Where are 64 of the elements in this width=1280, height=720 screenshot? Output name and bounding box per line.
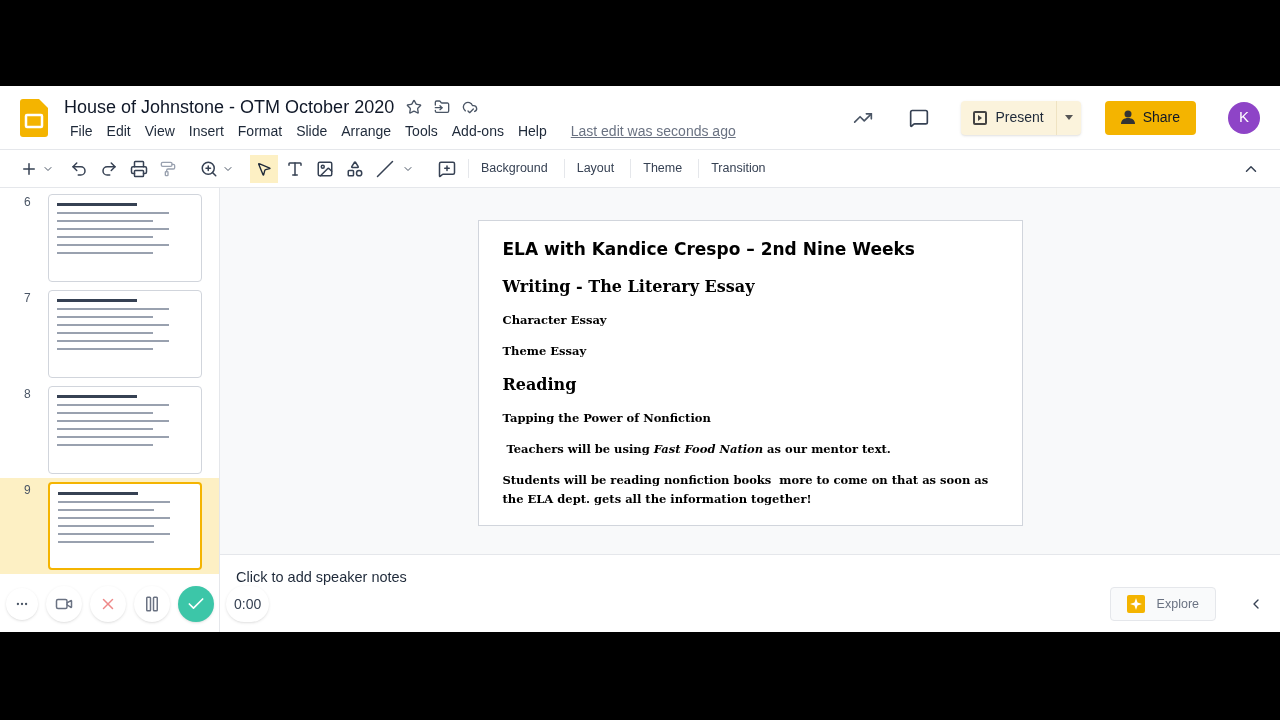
- slide-text: Theme Essay: [502, 342, 588, 360]
- menu-item[interactable]: Edit: [100, 120, 137, 142]
- comment-icon[interactable]: [909, 107, 930, 128]
- slide-number: 8: [24, 386, 32, 403]
- menu-item[interactable]: Format: [231, 120, 289, 142]
- slide-text: Students will be reading nonfiction books more to come on that as soon as the ELA dept. gets all the information together!: [502, 471, 990, 508]
- slide-number: 6: [24, 194, 32, 211]
- paint-format-icon[interactable]: [160, 160, 176, 177]
- redo-icon[interactable]: [100, 159, 118, 178]
- pause-button[interactable]: [134, 586, 170, 622]
- explore-icon: [1126, 595, 1145, 613]
- explore-button[interactable]: Explore: [1109, 587, 1216, 621]
- slide-number: 7: [24, 290, 32, 307]
- slide-text: Tapping the Power of Nonfiction: [502, 409, 712, 427]
- person-icon: [1120, 109, 1135, 126]
- add-comment-icon[interactable]: [438, 159, 456, 178]
- slide-text: Writing - The Literary Essay: [502, 275, 756, 298]
- menu-item[interactable]: Insert: [182, 120, 230, 142]
- avatar[interactable]: K: [1228, 101, 1260, 134]
- document-title[interactable]: House of Johnstone - OTM October 2020: [64, 93, 395, 121]
- toolbar-button[interactable]: Transition: [698, 159, 778, 178]
- slide-thumbnail-drawing[interactable]: [48, 290, 202, 378]
- menu-item[interactable]: Add-ons: [445, 120, 510, 142]
- text-box-icon[interactable]: [286, 159, 304, 178]
- menu-item[interactable]: Arrange: [335, 120, 398, 142]
- camera-button[interactable]: [46, 586, 82, 622]
- slide-thumbnail-drawing[interactable]: [48, 194, 202, 282]
- star-icon[interactable]: [406, 99, 423, 115]
- slide-text: Teachers will be using Fast Food Nation as our mentor text.: [505, 440, 892, 458]
- slide-thumbnail-row[interactable]: 6: [0, 190, 219, 286]
- slide-thumbnail-row[interactable]: 7: [0, 286, 219, 382]
- slide-thumbnail-row[interactable]: 8: [0, 382, 219, 478]
- slide-text: Character Essay: [502, 311, 608, 329]
- slide-thumbnail-drawing[interactable]: [48, 386, 202, 474]
- play-icon: [973, 110, 988, 125]
- menu-item[interactable]: File: [64, 120, 99, 142]
- toolbar-button[interactable]: Theme: [630, 159, 695, 178]
- slide-canvas[interactable]: [477, 220, 1023, 526]
- slide-text: Reading: [502, 373, 578, 396]
- caret-icon: [1064, 115, 1073, 120]
- zoom-icon[interactable]: [200, 159, 218, 178]
- image-icon[interactable]: [316, 159, 334, 178]
- menu-item[interactable]: View: [138, 120, 181, 142]
- toolbar-button[interactable]: Layout: [563, 159, 627, 178]
- speaker-notes-field[interactable]: Click to add speaker notes: [236, 567, 407, 589]
- menu-item[interactable]: Slide: [290, 120, 334, 142]
- menu-item[interactable]: Help: [511, 120, 553, 142]
- slide-thumbnail-drawing[interactable]: [48, 482, 202, 570]
- line-icon[interactable]: [376, 159, 394, 178]
- present-button[interactable]: Present: [961, 100, 1081, 135]
- pause-icon: [143, 595, 161, 613]
- cloud-check-icon[interactable]: [462, 99, 479, 115]
- menu-item[interactable]: Tools: [399, 120, 444, 142]
- select-tool-icon[interactable]: [250, 154, 278, 183]
- slide-thumbnail-row[interactable]: 9: [0, 478, 219, 574]
- last-edit-link[interactable]: Last edit was seconds ago: [570, 120, 736, 142]
- slide-text: ELA with Kandice Crespo – 2nd Nine Weeks: [502, 238, 916, 261]
- share-button[interactable]: Share: [1104, 100, 1196, 135]
- undo-icon[interactable]: [70, 159, 88, 178]
- slide-number: 9: [24, 482, 32, 499]
- shape-icon[interactable]: [346, 159, 364, 178]
- move-folder-icon[interactable]: [434, 99, 451, 115]
- print-icon[interactable]: [130, 159, 148, 178]
- toolbar-button[interactable]: Background: [468, 159, 560, 178]
